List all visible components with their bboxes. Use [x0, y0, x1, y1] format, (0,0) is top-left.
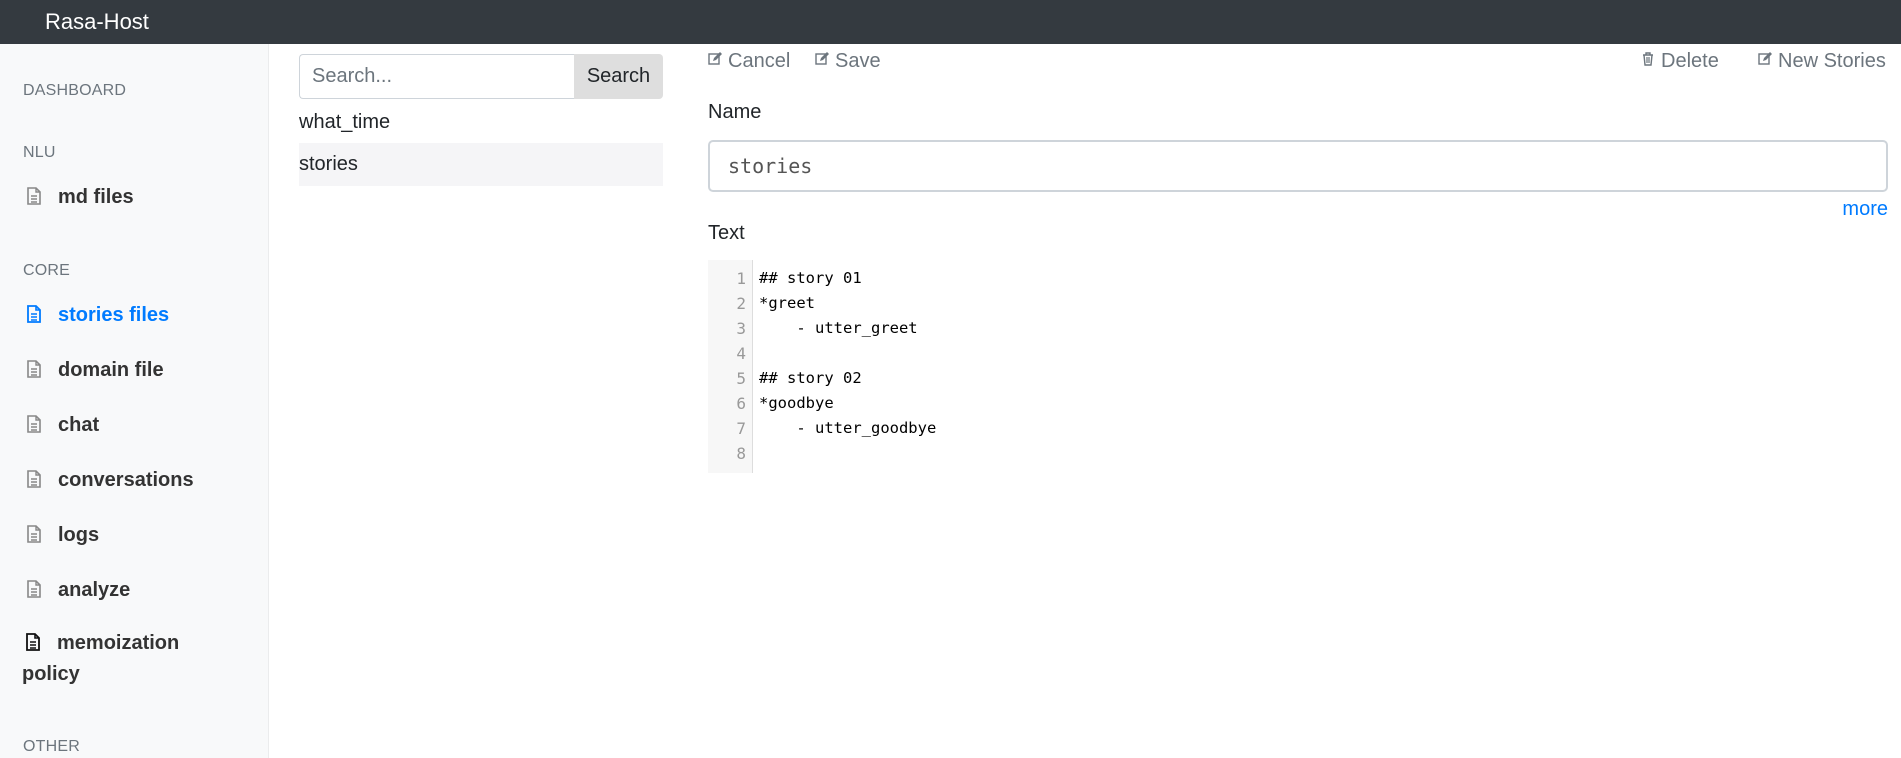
line-number-gutter: 1 2 3 4 5 6 7 8: [708, 260, 753, 473]
sidebar-item-label: domain file: [58, 359, 164, 381]
save-button[interactable]: Save: [815, 50, 881, 73]
sidebar-item-stories-files[interactable]: stories files: [23, 300, 253, 331]
sidebar: DASHBOARD NLU md files CORE stories file…: [0, 44, 269, 758]
file-list-item-stories[interactable]: stories: [299, 143, 663, 186]
code-line[interactable]: *greet: [759, 294, 815, 312]
line-number: 5: [736, 369, 746, 388]
file-list-item-what-time[interactable]: what_time: [299, 101, 663, 144]
sidebar-item-label: conversations: [58, 469, 194, 491]
sidebar-item-label: memoization policy: [22, 632, 180, 685]
code-line[interactable]: *goodbye: [759, 394, 834, 412]
line-number: 6: [736, 394, 746, 413]
code-line[interactable]: ## story 02: [759, 369, 862, 387]
code-line[interactable]: - utter_goodbye: [759, 419, 936, 437]
sidebar-heading-nlu: NLU: [23, 144, 56, 161]
sidebar-heading-other: OTHER: [23, 738, 80, 755]
sidebar-item-conversations[interactable]: conversations: [23, 465, 253, 496]
sidebar-item-label: stories files: [58, 304, 170, 326]
search-group: Search: [299, 54, 663, 99]
code-editor[interactable]: 1 2 3 4 5 6 7 8 ## story 01 *greet - utt…: [708, 260, 1888, 473]
file-text-icon: [27, 187, 41, 205]
sidebar-item-analyze[interactable]: analyze: [23, 575, 253, 606]
sidebar-item-chat[interactable]: chat: [23, 410, 253, 441]
save-label: Save: [835, 50, 881, 72]
delete-button[interactable]: Delete: [1641, 50, 1719, 73]
trash-icon: [1643, 52, 1653, 66]
brand-title[interactable]: Rasa-Host: [45, 9, 149, 35]
line-number: 2: [736, 294, 746, 313]
sidebar-item-label: md files: [58, 186, 134, 208]
search-input[interactable]: [299, 54, 574, 99]
line-number: 1: [736, 269, 746, 288]
new-stories-button[interactable]: New Stories: [1758, 50, 1886, 73]
file-text-icon: [26, 633, 40, 651]
line-number: 4: [736, 344, 746, 363]
delete-label: Delete: [1661, 50, 1719, 72]
edit-icon: [815, 52, 829, 65]
code-line[interactable]: ## story 01: [759, 269, 862, 287]
cancel-button[interactable]: Cancel: [708, 50, 790, 73]
more-link[interactable]: more: [1842, 198, 1888, 221]
file-text-icon: [27, 305, 41, 323]
sidebar-item-label: logs: [58, 524, 100, 546]
sidebar-item-label: analyze: [58, 579, 131, 601]
code-line[interactable]: - utter_greet: [759, 319, 917, 337]
file-text-icon: [27, 470, 41, 488]
line-number: 7: [736, 419, 746, 438]
file-text-icon: [27, 525, 41, 543]
text-label: Text: [708, 222, 745, 244]
top-navbar: Rasa-Host: [0, 0, 1901, 44]
file-text-icon: [27, 580, 41, 598]
line-number: 3: [736, 319, 746, 338]
new-stories-label: New Stories: [1778, 50, 1886, 72]
edit-icon: [708, 52, 722, 65]
file-text-icon: [27, 415, 41, 433]
sidebar-item-memoization-policy[interactable]: memoization policy: [22, 628, 222, 690]
name-label: Name: [708, 101, 762, 123]
file-text-icon: [27, 360, 41, 378]
sidebar-item-label: chat: [58, 414, 100, 436]
sidebar-item-md-files[interactable]: md files: [23, 182, 253, 213]
cancel-label: Cancel: [728, 50, 791, 72]
sidebar-heading-core: CORE: [23, 262, 71, 279]
sidebar-item-domain-file[interactable]: domain file: [23, 355, 253, 386]
name-input[interactable]: [708, 140, 1888, 192]
search-button[interactable]: Search: [574, 54, 663, 99]
sidebar-heading-dashboard[interactable]: DASHBOARD: [23, 82, 126, 100]
edit-icon: [1758, 52, 1772, 65]
line-number: 8: [736, 444, 746, 463]
sidebar-item-logs[interactable]: logs: [23, 520, 253, 551]
